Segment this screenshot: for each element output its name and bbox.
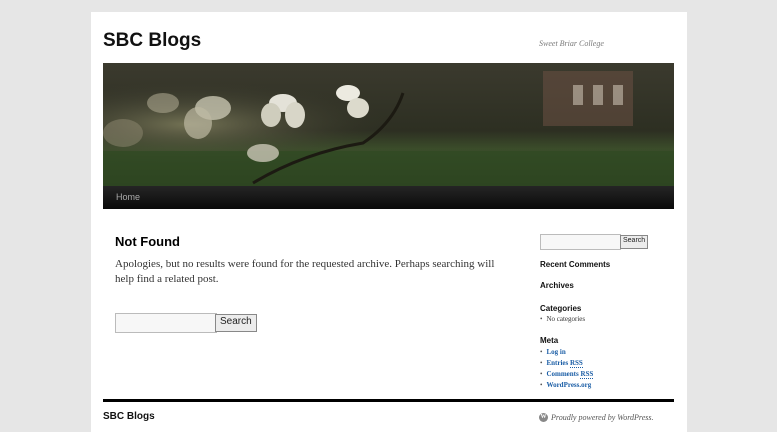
page: SBC Blogs Sweet Briar College Home Not F… <box>91 12 687 432</box>
list-item: Entries RSS <box>540 358 593 369</box>
categories-heading: Categories <box>540 304 582 313</box>
powered-by[interactable]: W Proudly powered by WordPress. <box>539 413 654 422</box>
sidebar-search-button[interactable]: Search <box>620 235 649 249</box>
no-categories-text: No categories <box>546 315 586 323</box>
list-item: WordPress.org <box>540 380 593 391</box>
comments-rss-label: Comments <box>546 370 581 378</box>
meta-heading: Meta <box>540 336 559 345</box>
rss-abbr: RSS <box>569 359 583 368</box>
flower-photo <box>103 63 674 186</box>
categories-list: No categories <box>540 314 585 325</box>
wordpress-icon: W <box>539 413 548 422</box>
footer-divider <box>103 399 674 402</box>
nav-item-home[interactable]: Home <box>116 192 140 202</box>
site-title[interactable]: SBC Blogs <box>103 30 201 52</box>
site-description: Sweet Briar College <box>539 39 604 48</box>
main-navigation: Home <box>103 186 674 209</box>
powered-by-text: Proudly powered by WordPress. <box>551 413 654 422</box>
entries-rss-link[interactable]: Entries RSS <box>546 359 583 368</box>
list-item: Comments RSS <box>540 369 594 380</box>
page-title: Not Found <box>115 234 180 249</box>
comments-rss-link[interactable]: Comments RSS <box>546 370 594 379</box>
wordpress-org-link[interactable]: WordPress.org <box>546 381 591 389</box>
sidebar-search-input[interactable] <box>540 234 621 250</box>
meta-list: Log in Entries RSS Comments RSS WordPres… <box>540 347 594 391</box>
list-item: Log in <box>540 347 593 358</box>
entries-rss-label: Entries <box>546 359 570 367</box>
recent-comments-heading: Recent Comments <box>540 260 611 269</box>
log-in-link[interactable]: Log in <box>546 348 565 356</box>
list-item: No categories <box>540 314 585 325</box>
not-found-message: Apologies, but no results were found for… <box>115 258 495 285</box>
footer-site-title[interactable]: SBC Blogs <box>103 411 155 422</box>
archives-heading: Archives <box>540 281 574 290</box>
search-input[interactable] <box>115 313 217 333</box>
rss-abbr: RSS <box>580 370 594 379</box>
search-button[interactable]: Search <box>215 314 257 332</box>
header-banner-image <box>103 63 674 186</box>
